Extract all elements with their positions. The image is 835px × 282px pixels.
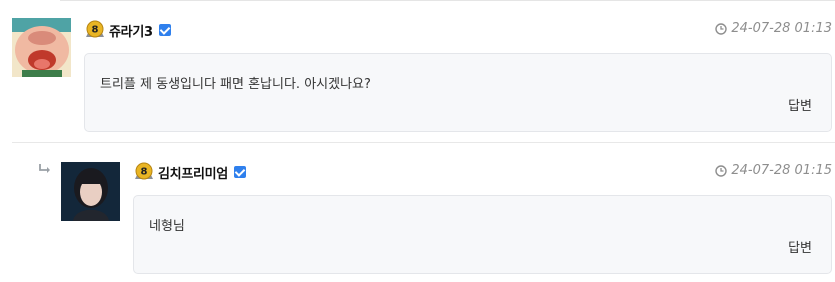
level-number: 8 (141, 167, 148, 178)
avatar[interactable] (12, 18, 71, 77)
comment-header: 8 김치프리미엄 (133, 161, 246, 183)
reply-arrow-icon (38, 163, 52, 179)
clock-icon (715, 22, 728, 35)
comment-text: 네형님 (149, 219, 185, 234)
comment-bubble: 네형님 답변 (133, 195, 832, 274)
verified-check-icon (158, 24, 171, 36)
top-divider (60, 0, 835, 1)
comment-header: 8 쥬라기3 (84, 19, 171, 41)
comment-bubble: 트리플 제 동생입니다 패면 혼납니다. 아시겠나요? 답변 (84, 53, 832, 132)
level-badge-icon: 8 (86, 20, 104, 38)
reply-button[interactable]: 답변 (788, 237, 812, 256)
avatar[interactable] (61, 162, 120, 221)
timestamp-text: 24-07-28 01:15 (731, 163, 832, 178)
avatar-image (61, 162, 120, 221)
comment-divider (12, 142, 835, 143)
timestamp: 24-07-28 01:15 (715, 163, 832, 178)
timestamp: 24-07-28 01:13 (715, 21, 832, 36)
clock-icon (715, 164, 728, 177)
nickname[interactable]: 쥬라기3 (109, 21, 153, 40)
level-number: 8 (92, 25, 99, 36)
reply-button[interactable]: 답변 (788, 95, 812, 114)
comment-text: 트리플 제 동생입니다 패면 혼납니다. 아시겠나요? (100, 77, 371, 92)
nickname[interactable]: 김치프리미엄 (158, 163, 228, 182)
timestamp-text: 24-07-28 01:13 (731, 21, 832, 36)
avatar-image (12, 18, 71, 77)
level-badge-icon: 8 (135, 162, 153, 180)
verified-check-icon (233, 166, 246, 178)
